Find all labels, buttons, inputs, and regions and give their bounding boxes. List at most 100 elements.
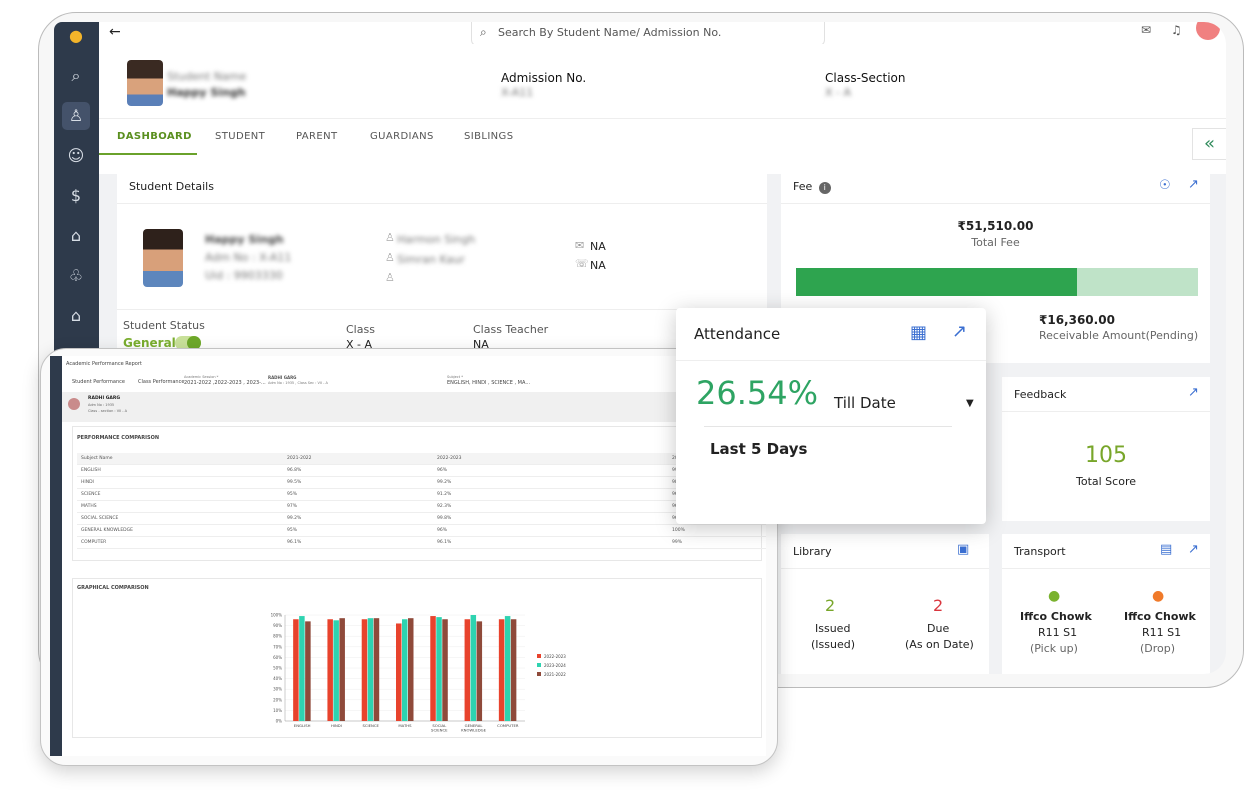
- email-icon: ✉: [575, 239, 585, 252]
- bar: [442, 619, 448, 721]
- legend-label: 2022-2023: [544, 654, 566, 659]
- back-arrow-icon[interactable]: ←: [109, 24, 121, 40]
- x-tick-label: MATHS: [398, 723, 412, 728]
- legend-label: 2023-2024: [544, 663, 566, 668]
- table-row: GENERAL KNOWLEDGE 95% 96% 100%: [77, 525, 766, 537]
- attendance-period-select[interactable]: Till Date: [834, 394, 896, 412]
- table-cell: 91.2%: [437, 492, 452, 497]
- users-icon[interactable]: ☺: [62, 142, 90, 170]
- due-sub: (As on Date): [905, 638, 974, 651]
- attendance-option-last-5-days[interactable]: Last 5 Days: [710, 440, 807, 458]
- tab-siblings[interactable]: SIBLINGS: [464, 131, 513, 142]
- table-row: HINDI99.5%99.2%98.8: [77, 477, 766, 489]
- pickup-place: Iffco Chowk: [1020, 610, 1092, 623]
- bar: [402, 619, 408, 721]
- table-row: SCIENCE95%91.2%96.0: [77, 489, 766, 501]
- subject-label: Subject *: [447, 375, 463, 379]
- bar: [373, 618, 380, 721]
- hands-icon[interactable]: ♧: [62, 262, 90, 290]
- attendance-title: Attendance: [694, 325, 781, 343]
- student-header: Student Name Happy Singh Admission No. X…: [99, 44, 1226, 174]
- dollar-icon[interactable]: $: [62, 182, 90, 210]
- bar: [333, 620, 339, 721]
- search-input[interactable]: ⌕ Search By Student Name/ Admission No.: [471, 22, 825, 46]
- session-select[interactable]: 2021-2022 ,2022-2023 , 2023-...: [184, 380, 266, 386]
- feedback-open-icon[interactable]: ↗: [1188, 385, 1199, 400]
- student-icon[interactable]: ♙: [62, 102, 90, 130]
- academic-report-screen: Academic Performance Report Student Perf…: [50, 356, 766, 756]
- details-uid: Uid : 9903330: [205, 269, 283, 282]
- report-student-meta: Adm No : 1935 , Class Sec : VII - A: [268, 381, 328, 385]
- fee-pay-icon[interactable]: ☉: [1159, 178, 1171, 193]
- father-icon: ♙: [385, 231, 395, 244]
- bar: [498, 619, 505, 721]
- report-back-title[interactable]: Academic Performance Report: [66, 361, 142, 367]
- profile-name: RADHI GARG: [88, 396, 121, 401]
- profile-class: Class - section : VII - A: [88, 409, 128, 413]
- student-details-card: Student Details Happy Singh Adm No : X-A…: [117, 169, 767, 369]
- y-tick-label: 40%: [273, 676, 282, 681]
- tab-guardians[interactable]: GUARDIANS: [370, 131, 434, 142]
- pending-label: Receivable Amount(Pending): [1039, 329, 1199, 342]
- graphical-comparison-panel: GRAPHICAL COMPARISON 0% 10% 20% 30% 40% 50% 60…: [72, 578, 762, 738]
- collapse-panel-button[interactable]: «: [1192, 128, 1226, 160]
- search-icon[interactable]: ⌕: [62, 62, 90, 90]
- due-label: Due: [927, 622, 950, 635]
- table-cell: 96.1%: [437, 540, 452, 545]
- attendance-open-icon[interactable]: ↗: [952, 321, 967, 342]
- active-tab-indicator: [99, 153, 197, 155]
- fee-open-icon[interactable]: ↗: [1188, 177, 1199, 192]
- admission-value: X-A11: [501, 86, 534, 99]
- y-tick-label: 60%: [273, 655, 282, 660]
- student-photo: [127, 60, 163, 106]
- table-cell: 95%: [287, 492, 298, 497]
- tab-parent[interactable]: PARENT: [296, 131, 338, 142]
- table-cell: 95%: [287, 528, 298, 533]
- table-cell: SCIENCE: [81, 492, 101, 497]
- transport-card: Transport ▤ ↗ ● Iffco Chowk R11 S1 (Pick…: [1002, 534, 1210, 674]
- class-section-value: X - A: [825, 86, 852, 99]
- library-title: Library: [793, 545, 832, 558]
- tab-dashboard[interactable]: DASHBOARD: [117, 131, 192, 142]
- message-icon[interactable]: ✉: [1141, 23, 1151, 37]
- table-cell: 92.3%: [437, 504, 452, 509]
- father-name: Harmon Singh: [397, 233, 476, 246]
- radio-class-performance[interactable]: Class Performance: [138, 379, 184, 385]
- bus-icon[interactable]: ▤: [1160, 542, 1172, 557]
- details-name: Happy Singh: [205, 233, 284, 246]
- y-tick-label: 70%: [273, 644, 282, 649]
- table-cell: 97%: [287, 504, 298, 509]
- chevron-down-icon[interactable]: ▼: [966, 398, 974, 409]
- transport-open-icon[interactable]: ↗: [1188, 542, 1199, 557]
- drop-place: Iffco Chowk: [1124, 610, 1196, 623]
- admission-label: Admission No.: [501, 71, 587, 85]
- feedback-title: Feedback: [1014, 388, 1067, 401]
- table-cell: 99.8%: [437, 516, 452, 521]
- y-tick-label: 50%: [273, 666, 282, 671]
- legend-swatch: [537, 672, 541, 676]
- report-profile-strip: RADHI GARG Adm No : 1935 Class - section…: [62, 392, 766, 422]
- info-icon[interactable]: i: [818, 182, 831, 194]
- bell-icon[interactable]: ♫: [1171, 23, 1182, 37]
- pickup-label: (Pick up): [1030, 642, 1078, 655]
- drop-label: (Drop): [1140, 642, 1176, 655]
- x-tick-label: HINDI: [331, 723, 342, 728]
- tab-student[interactable]: STUDENT: [215, 131, 265, 142]
- library-book-icon[interactable]: ▣: [957, 542, 969, 557]
- radio-student-performance[interactable]: Student Performance: [72, 379, 125, 385]
- subject-select[interactable]: ENGLISH, HINDI , SCIENCE , MA...: [447, 380, 530, 386]
- table-header-cell: 2022-2023: [437, 456, 462, 461]
- bar: [408, 618, 414, 721]
- issued-sub: (Issued): [811, 638, 856, 651]
- bar: [293, 619, 299, 721]
- bar: [510, 619, 517, 721]
- mother-icon: ♙: [385, 251, 395, 264]
- table-cell: ENGLISH: [81, 468, 101, 473]
- avatar[interactable]: [1196, 22, 1220, 40]
- graduation-icon[interactable]: ⌂: [62, 302, 90, 330]
- school-icon[interactable]: ⌂: [62, 222, 90, 250]
- table-cell: 99%: [672, 540, 683, 545]
- table-cell: 96%: [437, 468, 448, 473]
- fee-progress-bar: [796, 268, 1198, 296]
- calendar-check-icon[interactable]: ▦: [910, 322, 927, 343]
